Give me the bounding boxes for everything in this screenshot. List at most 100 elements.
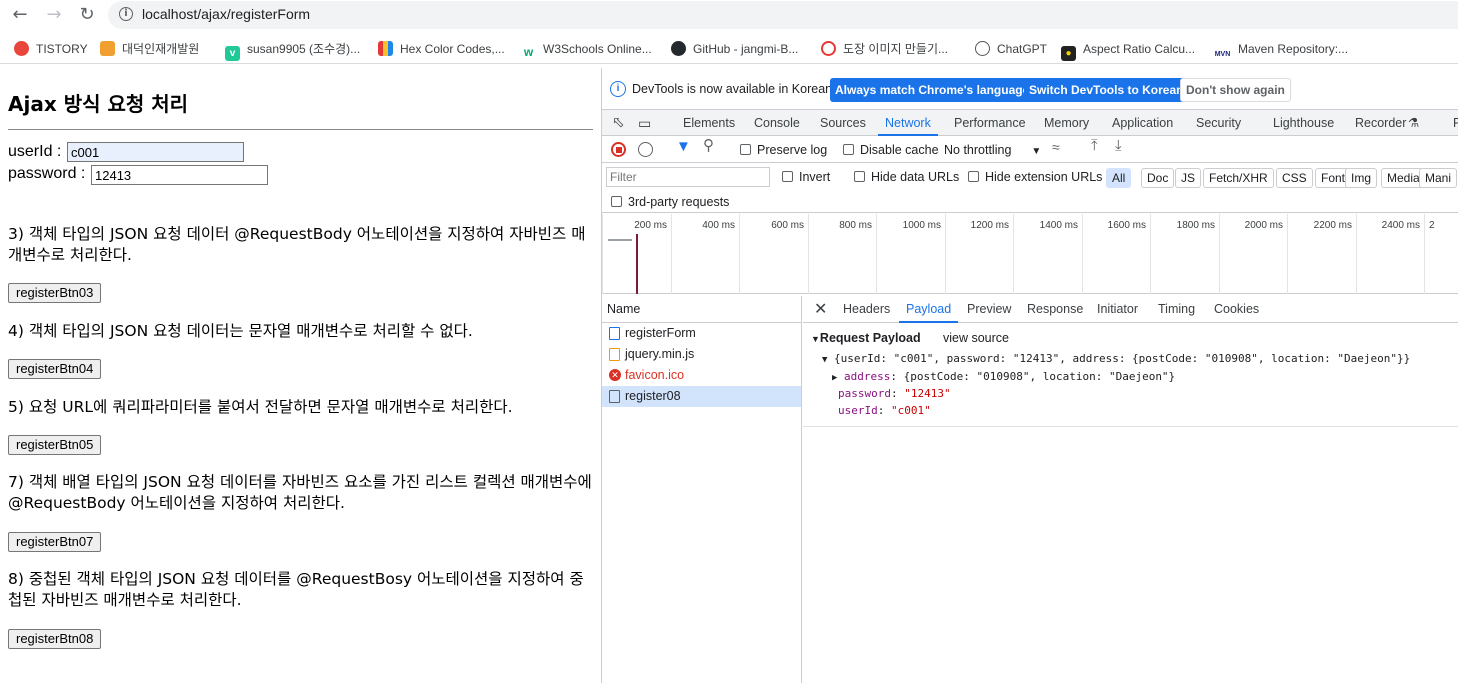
tab-network[interactable]: Network (878, 110, 938, 136)
bookmark-velog[interactable]: v susan9905 (조수경)... (225, 39, 361, 61)
ddit-icon (100, 41, 115, 56)
switch-korean-button[interactable]: Switch DevTools to Korean (1024, 78, 1189, 102)
bookmark-label: W3Schools Online... (543, 42, 652, 56)
dont-show-again-button[interactable]: Don't show again (1180, 78, 1291, 102)
type-filter-manifest[interactable]: Mani (1419, 168, 1458, 188)
back-icon[interactable]: ← (8, 3, 32, 27)
record-stop-icon[interactable] (611, 142, 626, 157)
userid-label: userId : (8, 143, 62, 160)
request-name: register08 (625, 389, 681, 403)
bookmark-tistory[interactable]: TISTORY (14, 39, 88, 59)
timeline-tick: 1800 ms (1150, 214, 1219, 294)
network-conditions-icon[interactable]: ≈ (1052, 140, 1060, 156)
hide-data-urls-checkbox[interactable]: Hide data URLs (854, 170, 959, 186)
type-filter-all[interactable]: All (1106, 168, 1132, 188)
clear-icon[interactable] (638, 142, 653, 157)
import-har-icon[interactable]: ⤒ (1091, 138, 1098, 155)
address-bar[interactable]: i localhost/ajax/registerForm (108, 1, 1458, 29)
bookmark-hexcolor[interactable]: Hex Color Codes,... (378, 39, 505, 59)
network-toolbar: ▼ ⚲ Preserve log Disable cache No thrott… (602, 137, 1458, 163)
bookmark-maven[interactable]: MVN Maven Repository:... (1214, 39, 1348, 62)
search-icon[interactable]: ⚲ (703, 138, 714, 155)
preserve-log-checkbox[interactable]: Preserve log (740, 143, 827, 159)
timeline-tick: 2 (1424, 214, 1458, 294)
tab-initiator[interactable]: Initiator (1097, 296, 1138, 323)
bookmark-stamp[interactable]: 도장 이미지 만들기... (821, 39, 948, 59)
request-row[interactable]: ✕ favicon.ico (602, 365, 801, 386)
type-filter-js[interactable]: JS (1175, 168, 1202, 188)
register-btn-04[interactable]: registerBtn04 (8, 359, 102, 379)
type-filter-xhr[interactable]: Fetch/XHR (1203, 168, 1274, 188)
third-party-checkbox[interactable]: 3rd-party requests (611, 195, 729, 211)
invert-checkbox[interactable]: Invert (782, 170, 830, 186)
inspect-element-icon[interactable]: ⬁ (612, 110, 625, 136)
tab-lighthouse[interactable]: Lighthouse (1273, 110, 1334, 136)
password-input[interactable] (91, 165, 268, 185)
checkbox-icon (782, 171, 793, 182)
throttling-select[interactable]: No throttling ▼ (944, 143, 1041, 159)
type-filter-img[interactable]: Img (1345, 168, 1378, 188)
match-language-button[interactable]: Always match Chrome's language (830, 78, 1035, 102)
tick-label: 1000 ms (902, 220, 941, 231)
bookmark-label: susan9905 (조수경)... (247, 42, 361, 56)
tab-timing[interactable]: Timing (1158, 296, 1195, 323)
request-detail: ✕ Headers Payload Preview Response Initi… (803, 296, 1458, 683)
tab-security[interactable]: Security (1196, 110, 1241, 136)
type-filter-css[interactable]: CSS (1276, 168, 1313, 188)
payload-summary[interactable]: ▼ {userId: "c001", password: "12413", ad… (822, 352, 1410, 365)
type-filter-doc[interactable]: Doc (1141, 168, 1175, 188)
reload-icon[interactable]: ↻ (75, 3, 99, 27)
bookmark-aspect[interactable]: ● Aspect Ratio Calcu... (1061, 39, 1195, 61)
tab-response[interactable]: Response (1027, 296, 1083, 323)
tick-label: 2 (1429, 220, 1435, 231)
bookmark-ddit[interactable]: 대덕인재개발원 (100, 39, 199, 59)
bookmark-chatgpt[interactable]: ChatGPT (975, 39, 1047, 59)
detail-tabs: ✕ Headers Payload Preview Response Initi… (803, 296, 1458, 323)
device-toolbar-icon[interactable]: ▭ (638, 110, 651, 136)
payload-header[interactable]: ▼Request Payload (811, 331, 921, 345)
site-info-icon[interactable]: i (119, 7, 133, 21)
close-icon[interactable]: ✕ (814, 296, 827, 323)
tab-recorder[interactable]: Recorder (1355, 110, 1406, 136)
export-har-icon[interactable]: ⤓ (1115, 138, 1122, 155)
register-btn-03[interactable]: registerBtn03 (8, 283, 102, 303)
filter-icon[interactable]: ▼ (676, 139, 691, 156)
tab-performance[interactable]: Performance (954, 110, 1026, 136)
request-row[interactable]: jquery.min.js (602, 344, 801, 365)
tab-elements[interactable]: Elements (683, 110, 735, 136)
page-title: Ajax 방식 요청 처리 (8, 92, 189, 116)
payload-object: {userId: "c001", password: "12413", addr… (834, 352, 1411, 365)
tab-overflow[interactable]: P (1453, 110, 1458, 136)
tab-headers[interactable]: Headers (843, 296, 890, 323)
network-overview[interactable]: 200 ms 400 ms 600 ms 800 ms 1000 ms 1200… (602, 214, 1458, 294)
tab-application[interactable]: Application (1112, 110, 1173, 136)
tab-console[interactable]: Console (754, 110, 800, 136)
register-btn-08[interactable]: registerBtn08 (8, 629, 102, 649)
checkbox-icon (854, 171, 865, 182)
filter-input[interactable] (606, 167, 770, 187)
tab-payload[interactable]: Payload (899, 296, 959, 323)
userid-input[interactable] (67, 142, 244, 162)
bookmark-w3schools[interactable]: w W3Schools Online... (521, 39, 652, 60)
disable-cache-checkbox[interactable]: Disable cache (843, 143, 939, 159)
payload-address[interactable]: ▶ address: {postCode: "010908", location… (832, 370, 1175, 383)
request-row[interactable]: registerForm (602, 323, 801, 344)
aspect-ratio-icon: ● (1061, 46, 1076, 61)
view-source-link[interactable]: view source (943, 331, 1009, 345)
request-name: registerForm (625, 326, 696, 340)
request-row[interactable]: register08 (602, 386, 801, 407)
tab-memory[interactable]: Memory (1044, 110, 1089, 136)
browser-toolbar: ← → ↻ i localhost/ajax/registerForm (0, 0, 1458, 30)
preserve-log-label: Preserve log (757, 143, 828, 157)
tab-cookies[interactable]: Cookies (1214, 296, 1259, 323)
name-column-header[interactable]: Name (602, 296, 801, 323)
url-text: localhost/ajax/registerForm (142, 6, 311, 22)
bookmark-github[interactable]: GitHub - jangmi-B... (671, 39, 798, 59)
tab-preview[interactable]: Preview (967, 296, 1011, 323)
tab-sources[interactable]: Sources (820, 110, 866, 136)
register-btn-05[interactable]: registerBtn05 (8, 435, 102, 455)
hide-ext-urls-checkbox[interactable]: Hide extension URLs (968, 170, 1102, 186)
forward-icon[interactable]: → (42, 3, 66, 27)
register-btn-07[interactable]: registerBtn07 (8, 532, 102, 552)
stamp-icon (821, 41, 836, 56)
